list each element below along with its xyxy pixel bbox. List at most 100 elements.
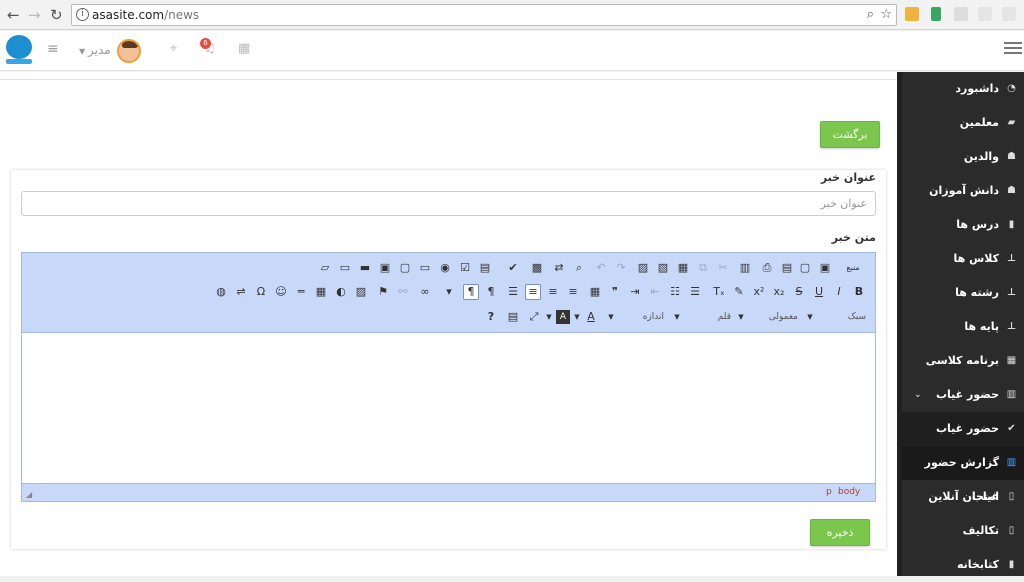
chevron-down-icon[interactable]: ▼ xyxy=(670,310,684,324)
page-break-icon[interactable]: ⇌ xyxy=(234,285,248,299)
iframe-icon[interactable]: ◍ xyxy=(214,285,228,299)
sidebar-item-lessons[interactable]: ▮ درس ها xyxy=(902,208,1024,242)
checkbox-icon[interactable]: ☑ xyxy=(458,261,472,275)
chevron-down-icon[interactable]: ▼ xyxy=(79,45,85,59)
copy-icon[interactable]: ⧉ xyxy=(696,261,710,275)
align-right-icon[interactable]: ≡ xyxy=(525,284,541,300)
sidebar-item-library[interactable]: ▮ کتابخانه xyxy=(902,548,1024,582)
sidebar-item-schedule[interactable]: ▦ برنامه کلاسی xyxy=(902,344,1024,378)
ltr-icon[interactable]: ¶ xyxy=(484,285,498,299)
hamburger-icon[interactable] xyxy=(1004,42,1022,55)
format-select[interactable]: معمولی xyxy=(742,309,798,325)
extension-icon[interactable] xyxy=(1002,7,1016,21)
link-icon[interactable]: ∞ xyxy=(418,285,432,299)
chevron-down-icon[interactable]: ▼ xyxy=(803,310,817,324)
unlink-icon[interactable]: ⚯ xyxy=(396,285,410,299)
textfield-icon[interactable]: ▭ xyxy=(418,261,432,275)
table-icon[interactable]: ▦ xyxy=(314,285,328,299)
remove-format-icon[interactable]: Tₓ xyxy=(712,285,726,299)
button-field-icon[interactable]: ▬ xyxy=(358,261,372,275)
user-role[interactable]: مدیر xyxy=(88,43,111,57)
info-icon[interactable]: i xyxy=(76,8,89,21)
sidebar-item-classes[interactable]: ⊥ کلاس ها xyxy=(902,242,1024,276)
help-icon[interactable]: ? xyxy=(484,310,498,324)
forward-arrow-icon[interactable]: → xyxy=(28,6,41,24)
find-icon[interactable]: ⌕ xyxy=(572,261,586,275)
chevron-down-icon[interactable]: ▼ xyxy=(734,310,748,324)
form-icon[interactable]: ▤ xyxy=(478,261,492,275)
textarea-icon[interactable]: ▢ xyxy=(398,261,412,275)
star-icon[interactable]: ☆ xyxy=(880,5,892,25)
address-bar[interactable]: i asasite.com/news ⌕ ☆ xyxy=(71,4,897,26)
spellcheck-icon[interactable]: ✔ xyxy=(506,261,520,275)
show-blocks-icon[interactable]: ▤ xyxy=(506,310,520,324)
sidebar-item-parents[interactable]: ☗ والدین xyxy=(902,140,1024,174)
extension-icon[interactable] xyxy=(905,7,919,21)
align-center-icon[interactable]: ≡ xyxy=(546,285,560,299)
sidebar-item-online-exam[interactable]: ▯ امتحان آنلاین xyxy=(902,480,1024,514)
back-button[interactable]: برگشت xyxy=(820,121,880,148)
resize-handle-icon[interactable]: ◢ xyxy=(26,490,32,499)
sidebar-item-students[interactable]: ☗ دانش آموزان xyxy=(902,174,1024,208)
underline-icon[interactable]: U xyxy=(812,285,826,299)
size-select[interactable]: اندازه xyxy=(612,309,664,325)
path-body[interactable]: body xyxy=(838,487,860,497)
sidebar-subitem-attendance[interactable]: ✔ حضور غیاب xyxy=(902,412,1024,446)
print-icon[interactable]: ⎙ xyxy=(760,261,774,275)
menu-icon[interactable]: ≡ xyxy=(47,42,59,56)
hidden-field-icon[interactable]: ▱ xyxy=(318,261,332,275)
chevron-down-icon[interactable]: ▼ xyxy=(570,310,584,324)
sidebar-item-attendance[interactable]: ▥ حضور غیاب ⌄ xyxy=(902,378,1024,412)
source-button[interactable]: منبع xyxy=(841,261,865,275)
image-icon[interactable]: ▨ xyxy=(354,285,368,299)
sidebar-item-fields[interactable]: ⊥ رشته ها xyxy=(902,276,1024,310)
align-left-icon[interactable]: ≡ xyxy=(566,285,580,299)
maximize-icon[interactable]: ⤢ xyxy=(527,310,541,324)
extension-icon[interactable] xyxy=(954,7,968,21)
subscript-icon[interactable]: x₂ xyxy=(772,285,786,299)
replace-icon[interactable]: ⇄ xyxy=(552,261,566,275)
preview-icon[interactable]: ▤ xyxy=(780,261,794,275)
image-button-icon[interactable]: ▭ xyxy=(338,261,352,275)
numbered-list-icon[interactable]: ☰ xyxy=(688,285,702,299)
flash-icon[interactable]: ◐ xyxy=(334,285,348,299)
reload-icon[interactable]: ↻ xyxy=(50,6,63,24)
editor-content-area[interactable] xyxy=(22,334,875,481)
anchor-icon[interactable]: ⚑ xyxy=(376,285,390,299)
superscript-icon[interactable]: x² xyxy=(752,285,766,299)
bold-icon[interactable]: B xyxy=(852,285,866,299)
smiley-icon[interactable]: ☺ xyxy=(274,285,288,299)
strike-icon[interactable]: S xyxy=(792,285,806,299)
paste-text-icon[interactable]: ▧ xyxy=(656,261,670,275)
logo-icon[interactable] xyxy=(6,35,32,59)
div-icon[interactable]: ▦ xyxy=(588,285,602,299)
style-select[interactable]: سبک xyxy=(812,309,866,325)
save-button[interactable]: ذخیره xyxy=(810,519,870,546)
font-select[interactable]: قلم xyxy=(677,309,731,325)
horizontal-rule-icon[interactable]: ═ xyxy=(294,285,308,299)
settings-extension-icon[interactable] xyxy=(978,7,992,21)
sidebar-item-dashboard[interactable]: ◔ داشبورد xyxy=(902,72,1024,106)
italic-icon[interactable]: I xyxy=(832,285,846,299)
zoom-icon[interactable]: ⌕ xyxy=(867,5,874,25)
back-arrow-icon[interactable]: ← xyxy=(7,6,20,24)
map-marker-icon[interactable]: ⌖ xyxy=(170,42,177,56)
select-field-icon[interactable]: ▣ xyxy=(378,261,392,275)
text-color-icon[interactable]: A xyxy=(584,310,598,324)
avatar[interactable] xyxy=(117,39,141,63)
templates-icon[interactable]: ▥ xyxy=(738,261,752,275)
vue-extension-icon[interactable] xyxy=(931,7,941,21)
bg-color-icon[interactable]: A xyxy=(556,310,570,324)
sidebar-item-teachers[interactable]: ▰ معلمین xyxy=(902,106,1024,140)
cut-icon[interactable]: ✂ xyxy=(716,261,730,275)
save-icon[interactable]: ▣ xyxy=(818,261,832,275)
align-justify-icon[interactable]: ☰ xyxy=(506,285,520,299)
paste-word-icon[interactable]: ▨ xyxy=(636,261,650,275)
chevron-down-icon[interactable]: ▼ xyxy=(604,310,618,324)
select-all-icon[interactable]: ▩ xyxy=(530,261,544,275)
undo-icon[interactable]: ↶ xyxy=(594,261,608,275)
rtl-icon[interactable]: ¶ xyxy=(463,284,479,300)
special-char-icon[interactable]: Ω xyxy=(254,285,268,299)
indent-icon[interactable]: ⇥ xyxy=(628,285,642,299)
blockquote-icon[interactable]: ❞ xyxy=(608,285,622,299)
